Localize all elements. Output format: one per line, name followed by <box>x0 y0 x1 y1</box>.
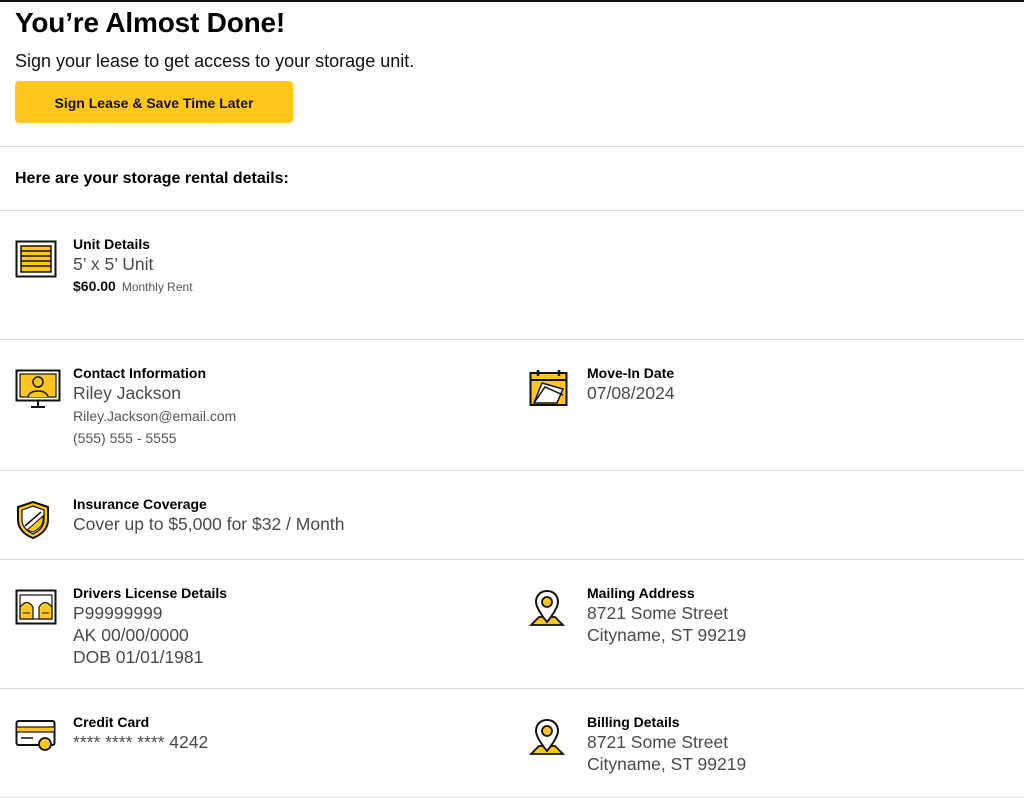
credit-card-number: **** **** **** 4242 <box>73 732 209 752</box>
credit-card-icon <box>15 713 73 797</box>
billing-address-line1: 8721 Some Street <box>587 732 729 752</box>
move-in-date: 07/08/2024 <box>587 383 675 403</box>
license-dob: DOB 01/01/1981 <box>73 647 204 667</box>
license-card-icon <box>15 584 73 688</box>
contact-row: Contact Information Riley Jackson Riley.… <box>15 340 1024 470</box>
details-intro: Here are your storage rental details: <box>15 170 289 187</box>
license-number: P99999999 <box>73 603 163 623</box>
monthly-rent-price: $60.00 <box>73 278 116 294</box>
calendar-icon <box>529 364 587 470</box>
page: You’re Almost Done! Sign your lease to g… <box>0 6 1024 798</box>
monthly-rent-label: Monthly Rent <box>121 280 193 294</box>
move-in-date-label: Move-In Date <box>587 365 675 381</box>
credit-card-label: Credit Card <box>73 714 150 730</box>
license-state-expiration: AK 00/00/0000 <box>73 625 189 645</box>
map-pin-icon <box>529 713 587 797</box>
insurance-coverage: Cover up to $5,000 for $32 / Month <box>73 514 345 534</box>
unit-details-label: Unit Details <box>73 236 151 252</box>
shield-icon <box>15 495 73 559</box>
unit-size: 5’ x 5’ Unit <box>73 254 154 274</box>
sign-lease-button[interactable]: Sign Lease & Save Time Later <box>15 81 293 123</box>
billing-details-label: Billing Details <box>587 714 680 730</box>
insurance-label: Insurance Coverage <box>73 496 207 512</box>
page-subtitle: Sign your lease to get access to your st… <box>15 51 415 71</box>
mailing-address-label: Mailing Address <box>587 585 695 601</box>
map-pin-icon <box>529 584 587 688</box>
insurance-row: Insurance Coverage Cover up to $5,000 fo… <box>15 471 1024 559</box>
contact-email: Riley.Jackson@email.com <box>73 408 237 424</box>
billing-address-line2: Cityname, ST 99219 <box>587 754 747 774</box>
contact-name: Riley Jackson <box>73 383 181 403</box>
mailing-address-line1: 8721 Some Street <box>587 603 729 623</box>
monitor-user-icon <box>15 364 73 470</box>
page-title: You’re Almost Done! <box>15 7 285 38</box>
contact-info-label: Contact Information <box>73 365 206 381</box>
license-label: Drivers License Details <box>73 585 228 601</box>
mailing-address-line2: Cityname, ST 99219 <box>587 625 747 645</box>
storage-unit-icon <box>15 235 73 339</box>
license-row: Drivers License Details P99999999 AK 00/… <box>15 560 1024 688</box>
contact-phone: (555) 555 - 5555 <box>73 430 177 446</box>
payment-row: Credit Card **** **** **** 4242 Billing … <box>15 689 1024 797</box>
unit-details-row: Unit Details 5’ x 5’ Unit $60.00 Monthly … <box>15 211 1024 339</box>
